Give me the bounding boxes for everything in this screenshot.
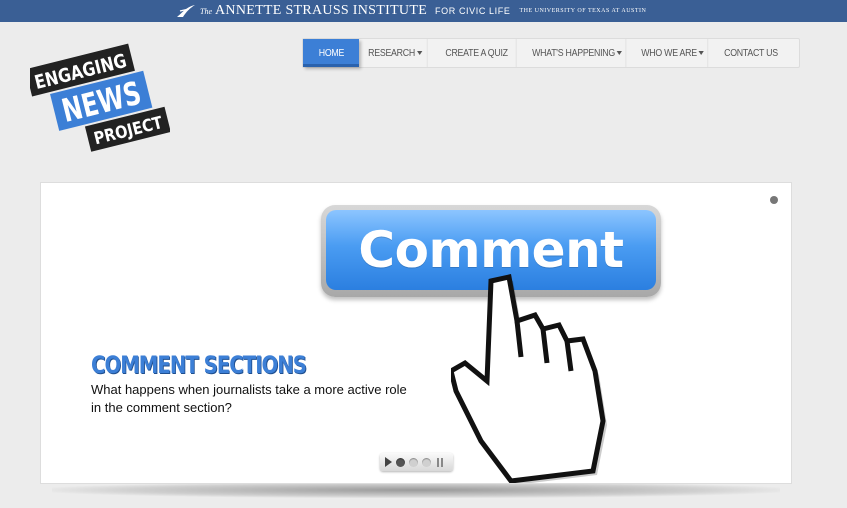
- chevron-down-icon: [698, 51, 704, 55]
- nav-whats-happening[interactable]: WHAT'S HAPPENING: [529, 39, 627, 67]
- nav-whats-happening-label: WHAT'S HAPPENING: [532, 47, 615, 59]
- nav-who-we-are-label: WHO WE ARE: [641, 47, 697, 59]
- nav-home[interactable]: HOME: [303, 39, 359, 67]
- institute-name: ANNETTE STRAUSS INSTITUTE: [215, 3, 428, 18]
- slide-indicator-dot[interactable]: [770, 196, 778, 204]
- slide-description: What happens when journalists take a mor…: [91, 382, 407, 415]
- institute-swoosh-icon: [177, 5, 195, 17]
- slider-dot-1[interactable]: [396, 457, 405, 467]
- nav-contact-us[interactable]: CONTACT US: [718, 39, 785, 67]
- featured-slider[interactable]: Comment COMMENT SECTIONS What happens wh…: [40, 182, 792, 484]
- nav-home-label: HOME: [318, 47, 344, 59]
- slider-controls: [380, 453, 453, 471]
- nav-contact-us-label: CONTACT US: [724, 47, 778, 59]
- nav-research[interactable]: RESEARCH: [363, 39, 428, 67]
- institute-link[interactable]: The ANNETTE STRAUSS INSTITUTE FOR CIVIC …: [176, 2, 646, 20]
- pointing-hand-icon: [451, 273, 607, 483]
- chevron-down-icon: [616, 51, 623, 55]
- nav-create-a-quiz[interactable]: CREATE A QUIZ: [437, 39, 517, 67]
- main-nav: HOME RESEARCH CREATE A QUIZ WHAT'S HAPPE…: [302, 38, 800, 68]
- slide-title[interactable]: COMMENT SECTIONS: [91, 351, 307, 379]
- play-icon[interactable]: [385, 457, 392, 467]
- chevron-down-icon: [416, 51, 422, 55]
- institute-bar: The ANNETTE STRAUSS INSTITUTE FOR CIVIC …: [0, 0, 847, 22]
- nav-who-we-are[interactable]: WHO WE ARE: [638, 39, 709, 67]
- nav-research-label: RESEARCH: [368, 47, 415, 59]
- slider-dot-3[interactable]: [422, 457, 431, 467]
- slider-shadow: [52, 482, 780, 498]
- slider-dot-2[interactable]: [409, 457, 418, 467]
- university-name: THE UNIVERSITY OF TEXAS AT AUSTIN: [519, 8, 647, 14]
- nav-create-a-quiz-label: CREATE A QUIZ: [445, 47, 508, 59]
- engaging-news-project-logo[interactable]: ENGAGING NEWS PROJECT: [30, 38, 170, 153]
- institute-the: The: [200, 6, 212, 16]
- pause-icon[interactable]: [437, 457, 443, 467]
- institute-civic: FOR CIVIC LIFE: [435, 6, 511, 16]
